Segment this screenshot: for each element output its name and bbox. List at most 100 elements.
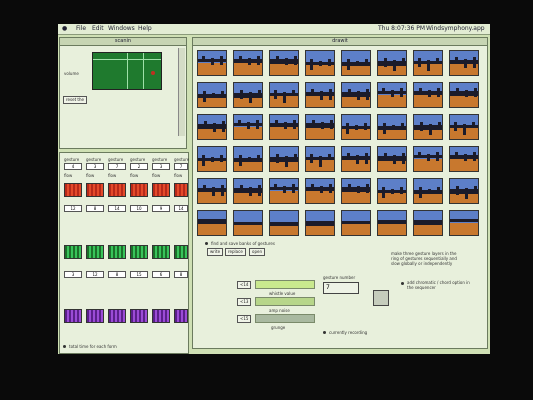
gesture-tile[interactable] <box>269 210 299 236</box>
menu-app-name[interactable]: Windsymphony.app <box>426 24 485 34</box>
menu-windows[interactable]: Windows <box>108 24 135 34</box>
gesture-number-field[interactable]: 3 <box>64 271 82 278</box>
gesture-tile[interactable] <box>305 82 335 108</box>
waveform-display[interactable] <box>92 52 162 90</box>
gesture-tile[interactable] <box>413 210 443 236</box>
green-gesture-swatch[interactable] <box>108 245 126 259</box>
gesture-tile[interactable] <box>413 82 443 108</box>
gesture-number-field[interactable]: 3 <box>86 163 104 170</box>
scanin-titlebar[interactable]: scanin <box>60 38 186 46</box>
gesture-tile[interactable] <box>197 210 227 236</box>
gesture-tile[interactable] <box>449 114 479 140</box>
gesture-number-field[interactable]: 7 <box>323 282 359 294</box>
apple-menu-icon[interactable]: ● <box>62 24 67 34</box>
gesture-tile[interactable] <box>341 210 371 236</box>
gesture-tile[interactable] <box>269 114 299 140</box>
purple-gesture-swatch[interactable] <box>86 309 104 323</box>
gesture-number-field[interactable]: 7 <box>174 163 188 170</box>
gesture-tile[interactable] <box>197 178 227 204</box>
gesture-tile[interactable] <box>377 178 407 204</box>
gesture-tile[interactable] <box>341 50 371 76</box>
green-gesture-swatch[interactable] <box>152 245 170 259</box>
gesture-tile[interactable] <box>305 50 335 76</box>
write-button[interactable]: write <box>207 248 224 256</box>
gesture-tile[interactable] <box>269 50 299 76</box>
gesture-number-field[interactable]: 6 <box>152 271 170 278</box>
gesture-tile[interactable] <box>377 210 407 236</box>
gesture-tile[interactable] <box>449 82 479 108</box>
gesture-tile[interactable] <box>413 114 443 140</box>
gesture-tile[interactable] <box>449 50 479 76</box>
gesture-number-field[interactable]: 14 <box>108 205 126 212</box>
gesture-tile[interactable] <box>305 114 335 140</box>
gesture-number-field[interactable]: 12 <box>86 271 104 278</box>
green-gesture-swatch[interactable] <box>86 245 104 259</box>
gesture-tile[interactable] <box>233 178 263 204</box>
gesture-number-field[interactable]: 2 <box>130 163 148 170</box>
gesture-tile[interactable] <box>377 50 407 76</box>
gesture-tile[interactable] <box>377 146 407 172</box>
gesture-tile[interactable] <box>305 146 335 172</box>
gesture-tile[interactable] <box>233 114 263 140</box>
gesture-tile[interactable] <box>341 82 371 108</box>
gesture-tile[interactable] <box>233 50 263 76</box>
red-gesture-swatch[interactable] <box>152 183 170 197</box>
grunge-slider[interactable] <box>255 314 315 323</box>
gesture-number-field[interactable]: 8 <box>86 205 104 212</box>
purple-gesture-swatch[interactable] <box>174 309 188 323</box>
gesture-tile[interactable] <box>269 146 299 172</box>
gesture-number-field[interactable]: 14 <box>174 205 188 212</box>
gesture-tile[interactable] <box>197 146 227 172</box>
gesture-tile[interactable] <box>413 146 443 172</box>
green-gesture-swatch[interactable] <box>64 245 82 259</box>
gesture-tile[interactable] <box>377 82 407 108</box>
menu-file[interactable]: File <box>76 24 86 34</box>
replace-button[interactable]: replace <box>225 248 246 256</box>
reset-button[interactable]: reset the <box>63 96 87 104</box>
gesture-number-field[interactable]: 4 <box>64 163 82 170</box>
gesture-tile[interactable] <box>197 50 227 76</box>
gesture-tile[interactable] <box>233 146 263 172</box>
gesture-number-field[interactable]: 10 <box>130 205 148 212</box>
gesture-number-field[interactable]: 12 <box>64 205 82 212</box>
slider-tag[interactable]: <13 <box>237 298 252 306</box>
gesture-tile[interactable] <box>269 82 299 108</box>
red-gesture-swatch[interactable] <box>130 183 148 197</box>
gesture-number-field[interactable]: 3 <box>152 163 170 170</box>
gesture-tile[interactable] <box>449 210 479 236</box>
gesture-tile[interactable] <box>413 50 443 76</box>
purple-gesture-swatch[interactable] <box>130 309 148 323</box>
scrollbar[interactable] <box>178 48 185 136</box>
amp-noise-slider[interactable] <box>255 297 315 306</box>
gesture-tile[interactable] <box>233 210 263 236</box>
gesture-tile[interactable] <box>233 82 263 108</box>
gesture-number-field[interactable]: 8 <box>108 271 126 278</box>
gesture-tile[interactable] <box>449 178 479 204</box>
purple-gesture-swatch[interactable] <box>108 309 126 323</box>
red-gesture-swatch[interactable] <box>174 183 188 197</box>
gesture-tile[interactable] <box>197 114 227 140</box>
gesture-tile[interactable] <box>341 114 371 140</box>
drawit-titlebar[interactable]: drawit <box>193 38 487 46</box>
gesture-tile[interactable] <box>413 178 443 204</box>
menu-edit[interactable]: Edit <box>92 24 104 34</box>
purple-gesture-swatch[interactable] <box>64 309 82 323</box>
green-gesture-swatch[interactable] <box>130 245 148 259</box>
purple-gesture-swatch[interactable] <box>152 309 170 323</box>
red-gesture-swatch[interactable] <box>64 183 82 197</box>
gesture-tile[interactable] <box>377 114 407 140</box>
gesture-number-field[interactable]: 15 <box>130 271 148 278</box>
gesture-tile[interactable] <box>269 178 299 204</box>
gesture-tile[interactable] <box>305 210 335 236</box>
menu-help[interactable]: Help <box>138 24 152 34</box>
gesture-tile[interactable] <box>197 82 227 108</box>
record-toggle-box[interactable] <box>373 290 389 306</box>
open-button[interactable]: open <box>249 248 265 256</box>
gesture-number-field[interactable]: 7 <box>108 163 126 170</box>
slider-tag[interactable]: <15 <box>237 315 252 323</box>
gesture-tile[interactable] <box>305 178 335 204</box>
gesture-tile[interactable] <box>341 178 371 204</box>
gesture-number-field[interactable]: 9 <box>152 205 170 212</box>
red-gesture-swatch[interactable] <box>86 183 104 197</box>
red-gesture-swatch[interactable] <box>108 183 126 197</box>
